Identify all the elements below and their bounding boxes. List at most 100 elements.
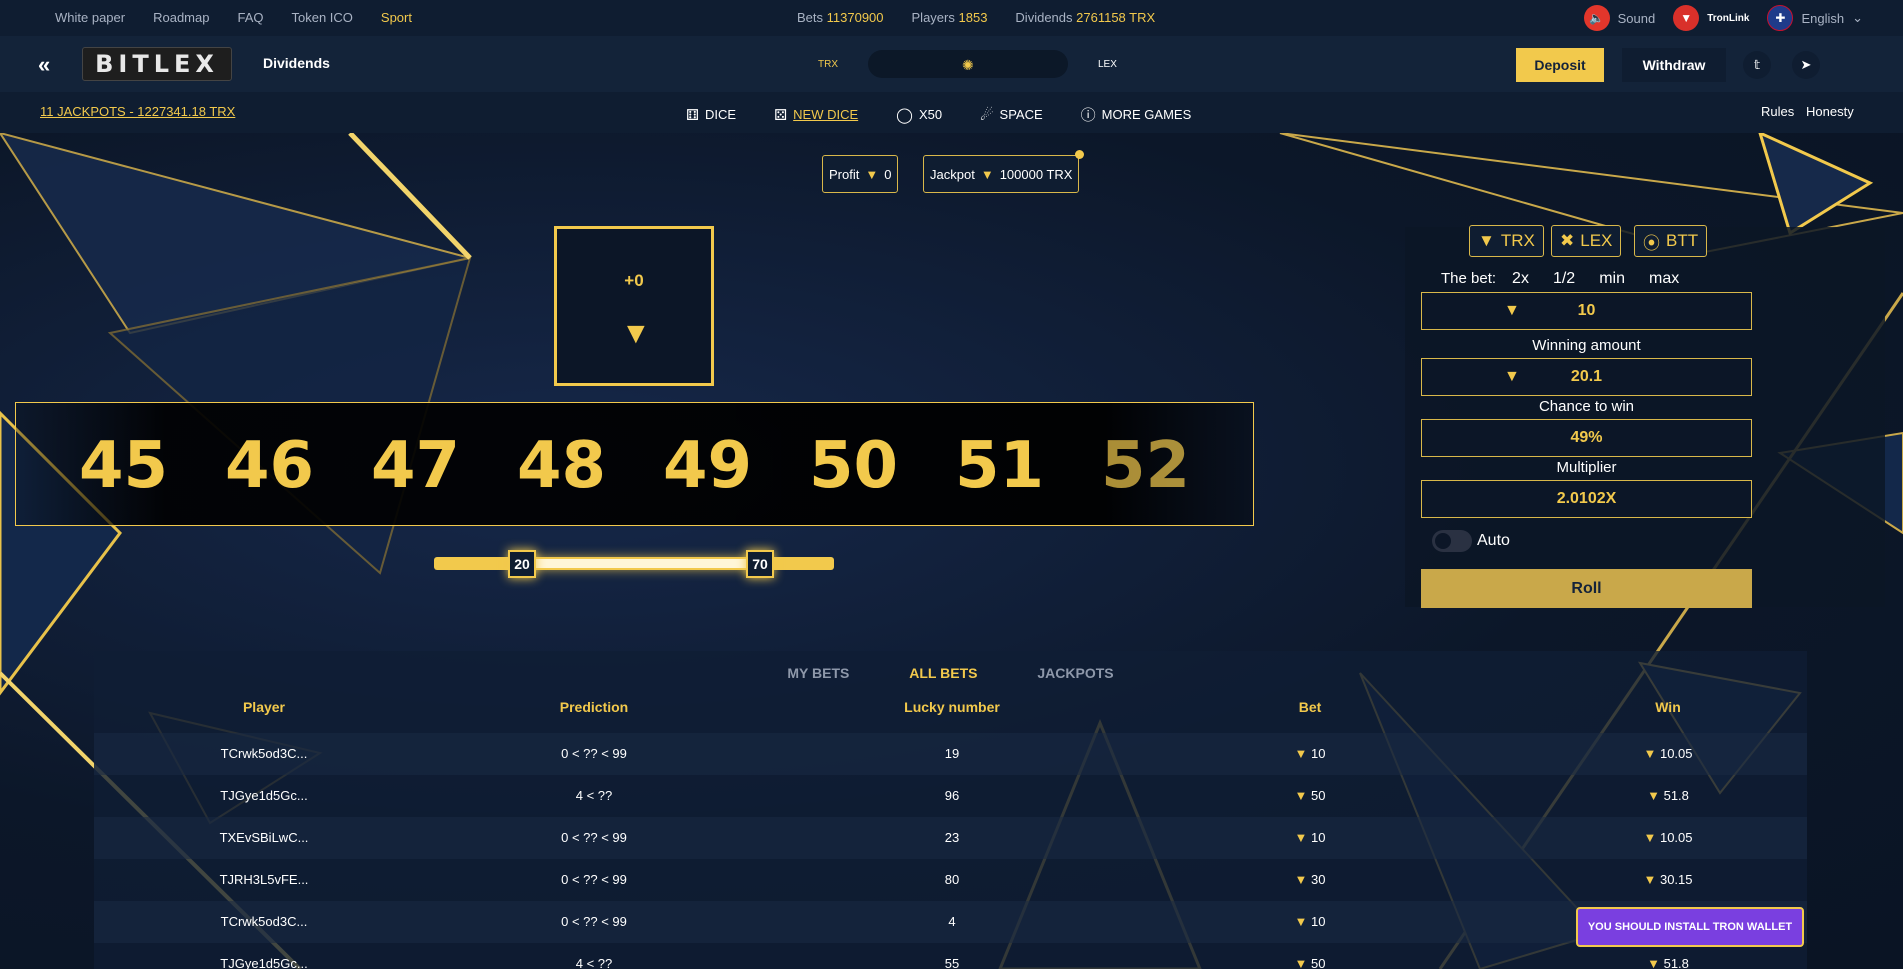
jackpots-link[interactable]: 11 JACKPOTS - 1227341.18 TRX (40, 104, 235, 119)
result-delta: +0 (624, 271, 644, 290)
withdraw-button[interactable]: Withdraw (1622, 48, 1726, 82)
tab-label: NEW DICE (793, 107, 859, 122)
lucky-cell: 19 (944, 746, 960, 761)
strip-number: 45 (79, 429, 169, 503)
roll-button[interactable]: Roll (1421, 569, 1752, 608)
table-body: TCrwk5od3C... 0 < ?? < 99 19 ▼ 10 ▼ 10.0… (94, 733, 1807, 969)
win-cell: ▼ 51.8 (1558, 956, 1778, 969)
tab-new-dice[interactable]: ⚄ NEW DICE (774, 104, 858, 125)
bet-half-button[interactable]: 1/2 (1553, 270, 1575, 288)
auto-toggle[interactable] (1432, 530, 1472, 552)
logo[interactable]: BITLEX (82, 47, 232, 81)
tab-all-bets[interactable]: ALL BETS (909, 665, 977, 681)
rules-link[interactable]: Rules (1761, 104, 1794, 119)
language-select[interactable]: ✚ English ⌄ (1767, 5, 1863, 31)
rocket-icon: ☄ (980, 106, 994, 124)
win-value: 10.05 (1659, 746, 1693, 761)
bet-double-button[interactable]: 2x (1512, 270, 1529, 288)
strip-number: 46 (225, 429, 315, 503)
link-sport[interactable]: Sport (381, 10, 412, 25)
bet-label: The bet: (1441, 270, 1497, 287)
column-win: Win (1655, 699, 1681, 715)
currency-label: TRX (1500, 231, 1535, 250)
tab-x50[interactable]: ◯ X50 (896, 104, 942, 125)
tronlink-status[interactable]: ▼ TronLink (1673, 5, 1749, 31)
trx-icon: ▼ (1647, 956, 1660, 969)
lucky-cell: 23 (944, 830, 960, 845)
strip-number: 51 (955, 429, 1045, 503)
table-row: TCrwk5od3C... 0 < ?? < 99 19 ▼ 10 ▼ 10.0… (94, 733, 1807, 775)
column-prediction: Prediction (559, 699, 629, 715)
dice-icon: ⚄ (774, 106, 788, 124)
strip-number: 47 (371, 429, 461, 503)
table-row: TJGye1d5Gc... 4 < ?? 55 ▼ 50 ▼ 51.8 (94, 943, 1807, 969)
bet-cell: ▼ 50 (1200, 956, 1420, 969)
double-chevron-left-icon[interactable]: « (38, 52, 50, 78)
sound-toggle[interactable]: 🔈 Sound (1583, 5, 1656, 31)
tronlink-label: TronLink (1707, 12, 1750, 24)
speaker-icon: 🔈 (1583, 5, 1610, 31)
bet-cell: ▼ 10 (1200, 746, 1420, 761)
slider-handle-low[interactable]: 20 (508, 550, 536, 578)
player-cell: TJGye1d5Gc... (220, 956, 308, 969)
loading-spinner-icon: ✺ (962, 57, 974, 73)
telegram-icon[interactable]: ➤ (1792, 51, 1820, 79)
tab-space[interactable]: ☄ SPACE (980, 104, 1043, 125)
currency-trx-button[interactable]: ▼ TRX (1469, 225, 1544, 257)
currency-trx-label: TRX (818, 58, 838, 70)
deposit-button[interactable]: Deposit (1516, 48, 1604, 82)
bet-min-button[interactable]: min (1599, 270, 1625, 288)
win-cell: ▼ 30.15 (1558, 872, 1778, 887)
prediction-cell: 0 < ?? < 99 (561, 872, 627, 887)
circle-icon: ◯ (896, 106, 913, 124)
currency-btt-button[interactable]: ⦿ BTT (1634, 225, 1708, 257)
chance-field[interactable]: 49% (1421, 419, 1752, 457)
currency-switch[interactable]: TRX ✺ LEX (818, 50, 1117, 78)
player-cell: TJGye1d5Gc... (220, 788, 308, 803)
link-token-ico[interactable]: Token ICO (291, 10, 352, 25)
install-tron-wallet-button[interactable]: YOU SHOULD INSTALL TRON WALLET (1576, 907, 1804, 947)
prediction-cell: 4 < ?? (575, 788, 613, 803)
link-roadmap[interactable]: Roadmap (153, 10, 209, 25)
lucky-cell: 4 (948, 914, 956, 929)
chevron-down-icon: ⌄ (1852, 10, 1863, 25)
result-box: +0 ▼ (554, 226, 714, 386)
tab-label: MORE GAMES (1101, 107, 1192, 122)
trx-icon: ▼ (1294, 872, 1308, 887)
player-cell: TXEvSBiLwC... (219, 830, 309, 845)
question-icon: ⓘ (1080, 107, 1096, 124)
win-value: 51.8 (1663, 788, 1689, 803)
tab-label: DICE (705, 107, 737, 122)
link-faq[interactable]: FAQ (237, 10, 263, 25)
tab-my-bets[interactable]: MY BETS (787, 665, 849, 681)
link-white-paper[interactable]: White paper (55, 10, 125, 25)
table-row: TJGye1d5Gc... 4 < ?? 96 ▼ 50 ▼ 51.8 (94, 775, 1807, 817)
twitter-icon[interactable]: 𝕥 (1743, 51, 1771, 79)
bet-cell: ▼ 10 (1200, 830, 1420, 845)
bet-value: 10 (1311, 830, 1326, 845)
trx-icon: ▼ (1643, 830, 1657, 845)
multiplier-label: Multiplier (1556, 459, 1617, 476)
dividends-link[interactable]: Dividends (263, 55, 330, 71)
bet-value: 50 (1311, 788, 1326, 803)
tab-jackpots[interactable]: JACKPOTS (1037, 665, 1113, 681)
tab-dice[interactable]: ⚅ DICE (686, 104, 736, 125)
bet-input[interactable]: ▼ 10 (1421, 292, 1752, 330)
bet-max-button[interactable]: max (1649, 270, 1679, 288)
stat-dividends: Dividends 2761158 TRX (1015, 10, 1156, 25)
multiplier-field[interactable]: 2.0102X (1421, 480, 1752, 518)
bet-modifiers: The bet: 2x 1/2 min max (1441, 270, 1679, 288)
top-right-controls: 🔈 Sound ▼ TronLink ✚ English ⌄ (1583, 5, 1863, 31)
currency-label: BTT (1666, 231, 1699, 250)
slider-handle-high[interactable]: 70 (746, 550, 774, 578)
language-label: English (1801, 10, 1845, 26)
sound-label: Sound (1617, 10, 1656, 26)
winning-amount-value: 20.1 (1570, 368, 1603, 385)
honesty-link[interactable]: Honesty (1806, 104, 1854, 119)
tab-more-games[interactable]: ⓘ MORE GAMES (1081, 104, 1192, 125)
jackpot-label: Jackpot (930, 166, 975, 182)
currency-lex-button[interactable]: ✖ LEX (1551, 225, 1622, 257)
currency-switch-track[interactable]: ✺ (868, 50, 1068, 78)
bets-section: MY BETS ALL BETS JACKPOTS Player Predict… (94, 651, 1807, 969)
trx-icon: ▼ (1643, 746, 1657, 761)
